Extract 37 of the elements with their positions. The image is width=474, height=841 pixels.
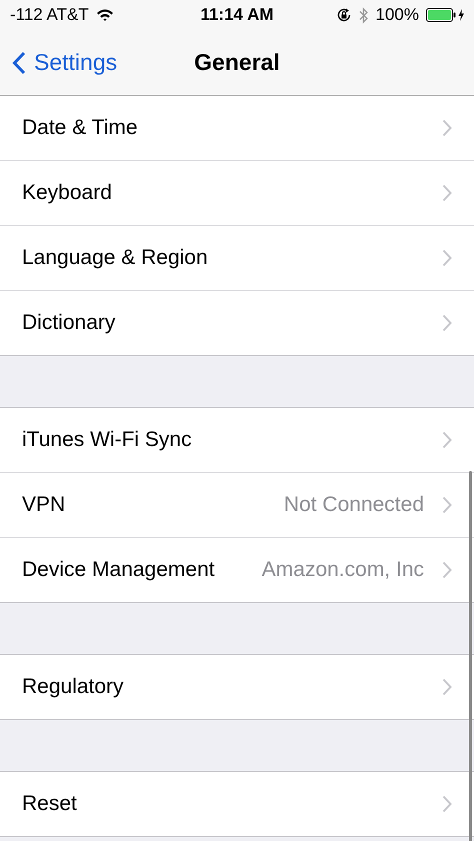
- chevron-icon: [442, 678, 452, 696]
- chevron-icon: [442, 314, 452, 332]
- back-chevron-icon: [12, 50, 26, 74]
- row-value: Not Connected: [284, 493, 424, 517]
- row-label: Regulatory: [22, 675, 124, 699]
- chevron-icon: [442, 795, 452, 813]
- settings-row[interactable]: Reset: [0, 772, 474, 836]
- chevron-icon: [442, 431, 452, 449]
- chevron-icon: [442, 249, 452, 267]
- row-label: Device Management: [22, 558, 215, 582]
- settings-row[interactable]: iTunes Wi-Fi Sync: [0, 408, 474, 472]
- chevron-icon: [442, 496, 452, 514]
- row-label: Dictionary: [22, 311, 116, 335]
- settings-row[interactable]: Regulatory: [0, 655, 474, 719]
- chevron-icon: [442, 184, 452, 202]
- row-value: Amazon.com, Inc: [262, 558, 424, 582]
- charging-battery-icon: [426, 8, 466, 22]
- status-time: 11:14 AM: [200, 5, 274, 25]
- settings-row[interactable]: Dictionary: [0, 290, 474, 355]
- back-button[interactable]: Settings: [0, 49, 118, 76]
- wifi-icon: [96, 8, 114, 22]
- bluetooth-icon: [358, 6, 369, 24]
- chevron-icon: [442, 119, 452, 137]
- carrier-name: -112 AT&T: [10, 5, 89, 25]
- chevron-icon: [442, 561, 452, 579]
- rotation-lock-icon: [336, 7, 352, 23]
- row-label: Date & Time: [22, 116, 138, 140]
- row-label: Reset: [22, 792, 77, 816]
- battery-percentage: 100%: [376, 5, 419, 25]
- settings-row[interactable]: Keyboard: [0, 160, 474, 225]
- row-label: Language & Region: [22, 246, 208, 270]
- screen-title: General: [194, 49, 280, 76]
- settings-row[interactable]: Language & Region: [0, 225, 474, 290]
- row-label: VPN: [22, 493, 66, 517]
- row-label: iTunes Wi-Fi Sync: [22, 428, 192, 452]
- settings-row[interactable]: Date & Time: [0, 96, 474, 160]
- row-label: Keyboard: [22, 181, 112, 205]
